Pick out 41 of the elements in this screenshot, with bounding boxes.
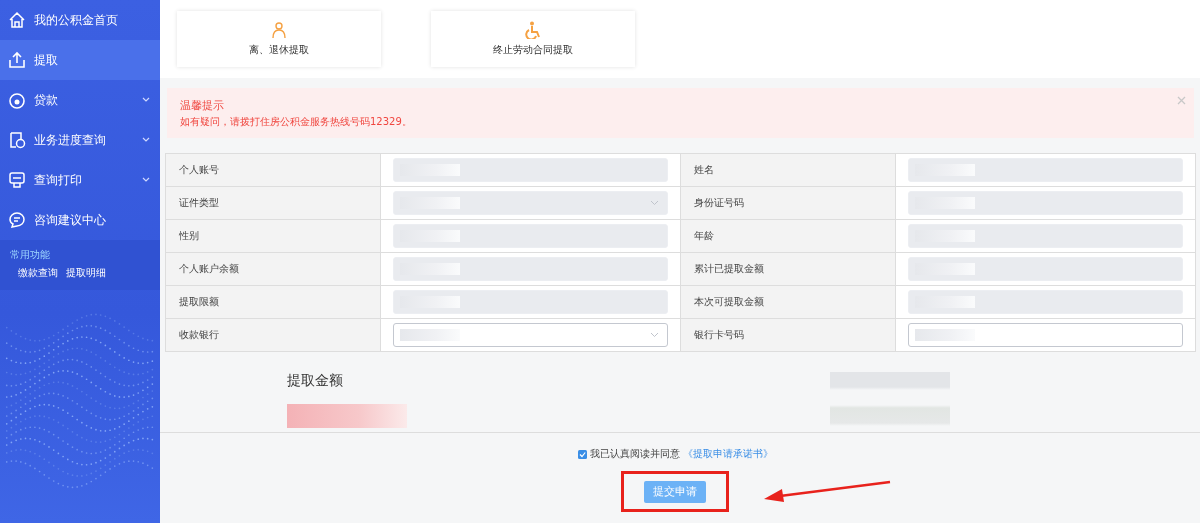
quick-link[interactable]: 缴款查询 [18,266,58,280]
close-icon[interactable] [1177,96,1186,105]
field-label: 收款银行 [166,319,381,352]
field-label: 提取限额 [166,286,381,319]
sidebar-item[interactable]: 查询打印 [0,160,160,200]
field-label: 年龄 [681,220,896,253]
sidebar-item[interactable]: 提取 [0,40,160,80]
quick-link[interactable]: 提取明细 [66,266,106,280]
input-field[interactable] [908,323,1183,347]
field-label: 姓名 [681,154,896,187]
field-label: 身份证号码 [681,187,896,220]
upload-icon [8,51,26,69]
wheelchair-icon [525,21,541,39]
field-label: 个人账户余额 [166,253,381,286]
person-icon [271,21,287,39]
field-label: 证件类型 [166,187,381,220]
section-title: 常用功能 [10,248,51,262]
select-field[interactable] [393,323,668,347]
printer-icon [8,171,26,189]
checkbox[interactable] [577,449,587,459]
sidebar-item[interactable]: 业务进度查询 [0,120,160,160]
house-icon [8,11,26,29]
agreement-text: 我已认真阅读并同意 [589,447,680,461]
field-label: 个人账号 [166,154,381,187]
amount-label: 提取金额 [287,372,344,390]
withdrawal-type-card[interactable]: 离、退休提取 [177,11,381,67]
sidebar-item[interactable]: 我的公积金首页 [0,0,160,40]
field-label: 性别 [166,220,381,253]
field-label: 本次可提取金额 [681,286,896,319]
chevron-down-icon [650,332,659,338]
sidebar-item[interactable]: 贷款 [0,80,160,120]
sidebar-item[interactable]: 咨询建议中心 [0,200,160,240]
alert-message: 如有疑问，请拨打住房公积金服务热线号码12329。 [180,114,412,129]
alert-title: 温馨提示 [180,97,224,113]
chevron-down-icon [650,200,659,206]
document-clock-icon [8,131,26,149]
field-label: 银行卡号码 [681,319,896,352]
chat-bubble-icon [8,211,26,229]
withdrawal-type-card[interactable]: 终止劳动合同提取 [431,11,635,67]
field-label: 累计已提取金额 [681,253,896,286]
agreement-link[interactable]: 《提取申请承诺书》 [682,447,773,461]
